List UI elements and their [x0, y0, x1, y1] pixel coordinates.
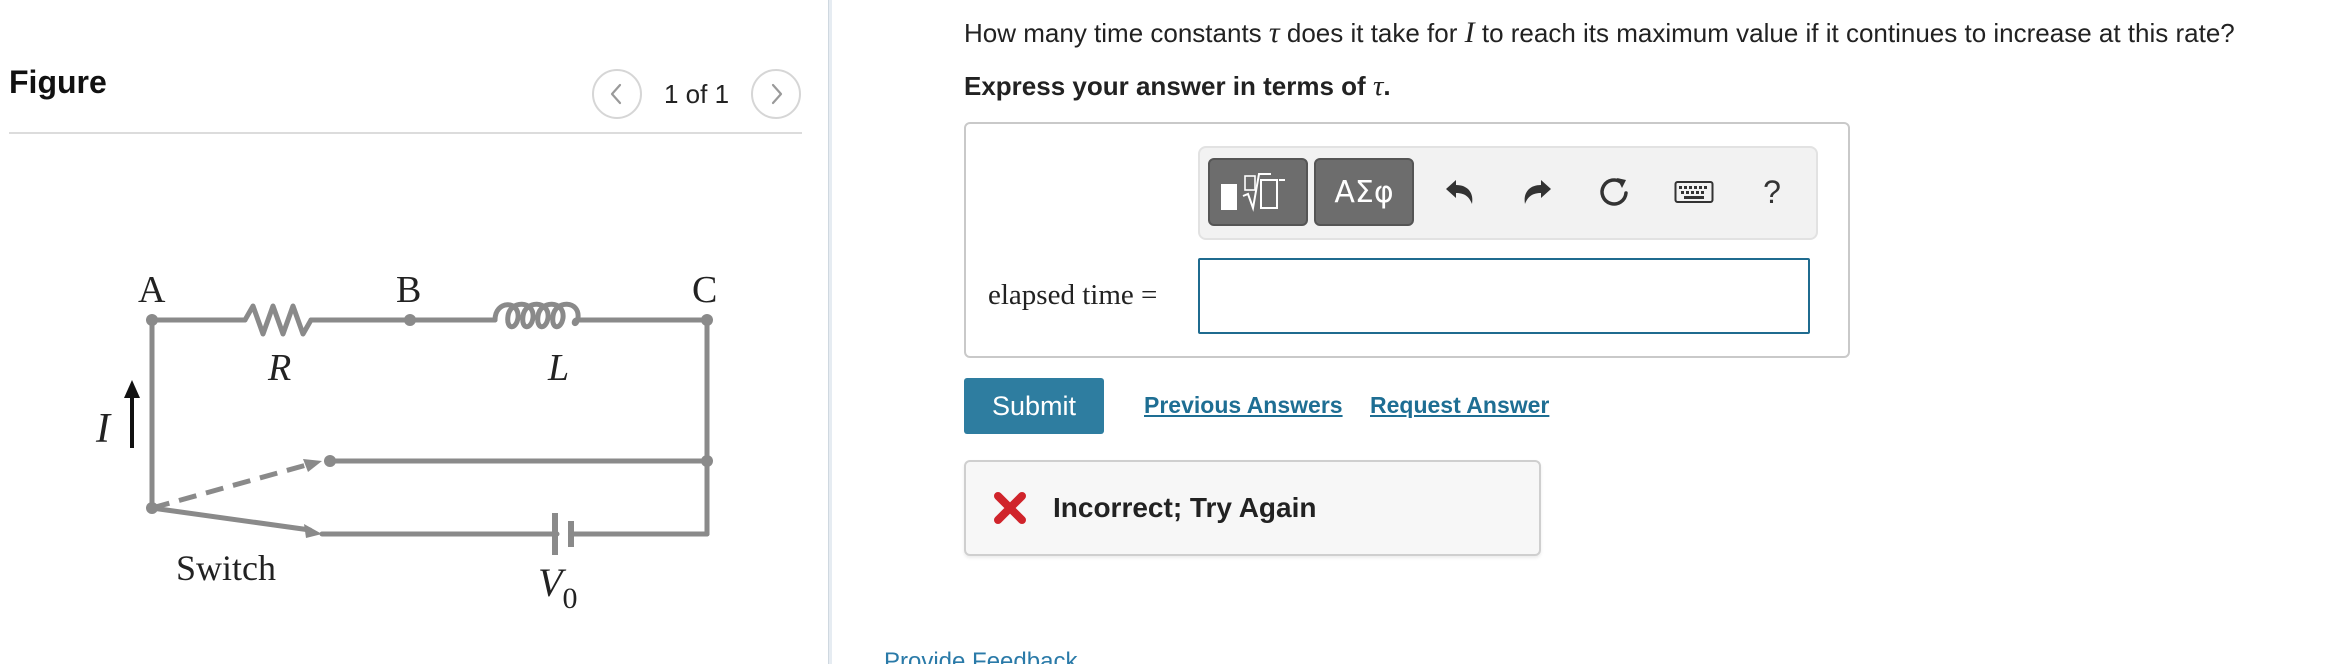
- figure-panel: Figure 1 of 1 A B C R L I Switch V0: [0, 0, 828, 664]
- chevron-left-icon: [610, 83, 622, 105]
- elapsed-time-input[interactable]: [1198, 258, 1810, 334]
- node-c-dot: [701, 314, 713, 326]
- tau-symbol: τ: [1268, 16, 1280, 49]
- node-a-dot: [146, 314, 158, 326]
- current-symbol: I: [1464, 16, 1475, 49]
- figure-page-count: 1 of 1: [664, 78, 730, 109]
- battery-label: V0: [538, 560, 577, 615]
- next-figure-button[interactable]: [751, 69, 802, 119]
- undo-icon: [1446, 180, 1473, 204]
- switch-dashed-blade: [151, 461, 311, 511]
- help-button[interactable]: ?: [1744, 164, 1800, 220]
- panel-splitter[interactable]: [828, 0, 832, 664]
- current-arrow-head: [124, 380, 140, 398]
- submit-button[interactable]: Submit: [964, 378, 1104, 434]
- incorrect-x-icon: [994, 492, 1026, 524]
- keyboard-button[interactable]: [1666, 164, 1722, 220]
- refresh-icon: [1600, 178, 1628, 206]
- figure-pager: 1 of 1: [592, 68, 802, 120]
- node-a-label: A: [138, 269, 166, 311]
- undo-button[interactable]: [1432, 164, 1488, 220]
- feedback-message: Incorrect; Try Again: [964, 460, 1541, 556]
- node-b-dot: [404, 314, 416, 326]
- reset-button[interactable]: [1586, 164, 1642, 220]
- greek-symbols-button[interactable]: ΑΣφ: [1314, 158, 1414, 226]
- battery-subscript: 0: [562, 582, 577, 615]
- figure-title: Figure: [9, 64, 107, 100]
- request-answer-link[interactable]: Request Answer: [1370, 392, 1549, 419]
- figure-divider: [9, 132, 802, 134]
- switch-arrow-solid: [304, 524, 322, 538]
- rl-circuit-diagram: A B C R L I Switch V0: [95, 269, 717, 615]
- resistor: [242, 303, 314, 337]
- switch-blade: [149, 505, 313, 533]
- middle-right-dot: [701, 455, 713, 467]
- answer-instruction: Express your answer in terms of τ.: [964, 70, 1391, 102]
- node-c-label: C: [692, 269, 717, 311]
- node-b-label: B: [396, 269, 421, 311]
- math-toolbar: ΑΣφ ?: [1198, 146, 1818, 240]
- feedback-status-text: Incorrect; Try Again: [1053, 492, 1317, 523]
- inductor-label: L: [547, 347, 569, 389]
- provide-feedback-link[interactable]: Provide Feedback: [884, 648, 1077, 664]
- battery-long-plate: [552, 513, 558, 555]
- switch-pivot-dot: [146, 502, 158, 514]
- question-text: How many time constants τ does it take f…: [964, 16, 2235, 49]
- current-label: I: [95, 406, 112, 452]
- middle-contact-dot: [324, 455, 336, 467]
- redo-icon: [1524, 180, 1551, 204]
- previous-figure-button[interactable]: [592, 69, 642, 119]
- previous-answers-link[interactable]: Previous Answers: [1144, 392, 1343, 419]
- switch-arrow-dashed: [303, 459, 322, 472]
- tau-symbol: τ: [1372, 70, 1384, 102]
- templates-icon: [1221, 173, 1285, 212]
- answer-box: ΑΣφ ? elapsed time =: [964, 122, 1850, 358]
- battery-short-plate: [568, 521, 574, 547]
- answer-label: elapsed time =: [988, 279, 1158, 311]
- inductor: [492, 301, 581, 330]
- keyboard-icon: [1674, 181, 1714, 203]
- switch-label: Switch: [176, 548, 276, 588]
- chevron-right-icon: [771, 83, 783, 105]
- templates-button[interactable]: [1208, 158, 1308, 226]
- resistor-label: R: [267, 347, 291, 389]
- redo-button[interactable]: [1509, 164, 1565, 220]
